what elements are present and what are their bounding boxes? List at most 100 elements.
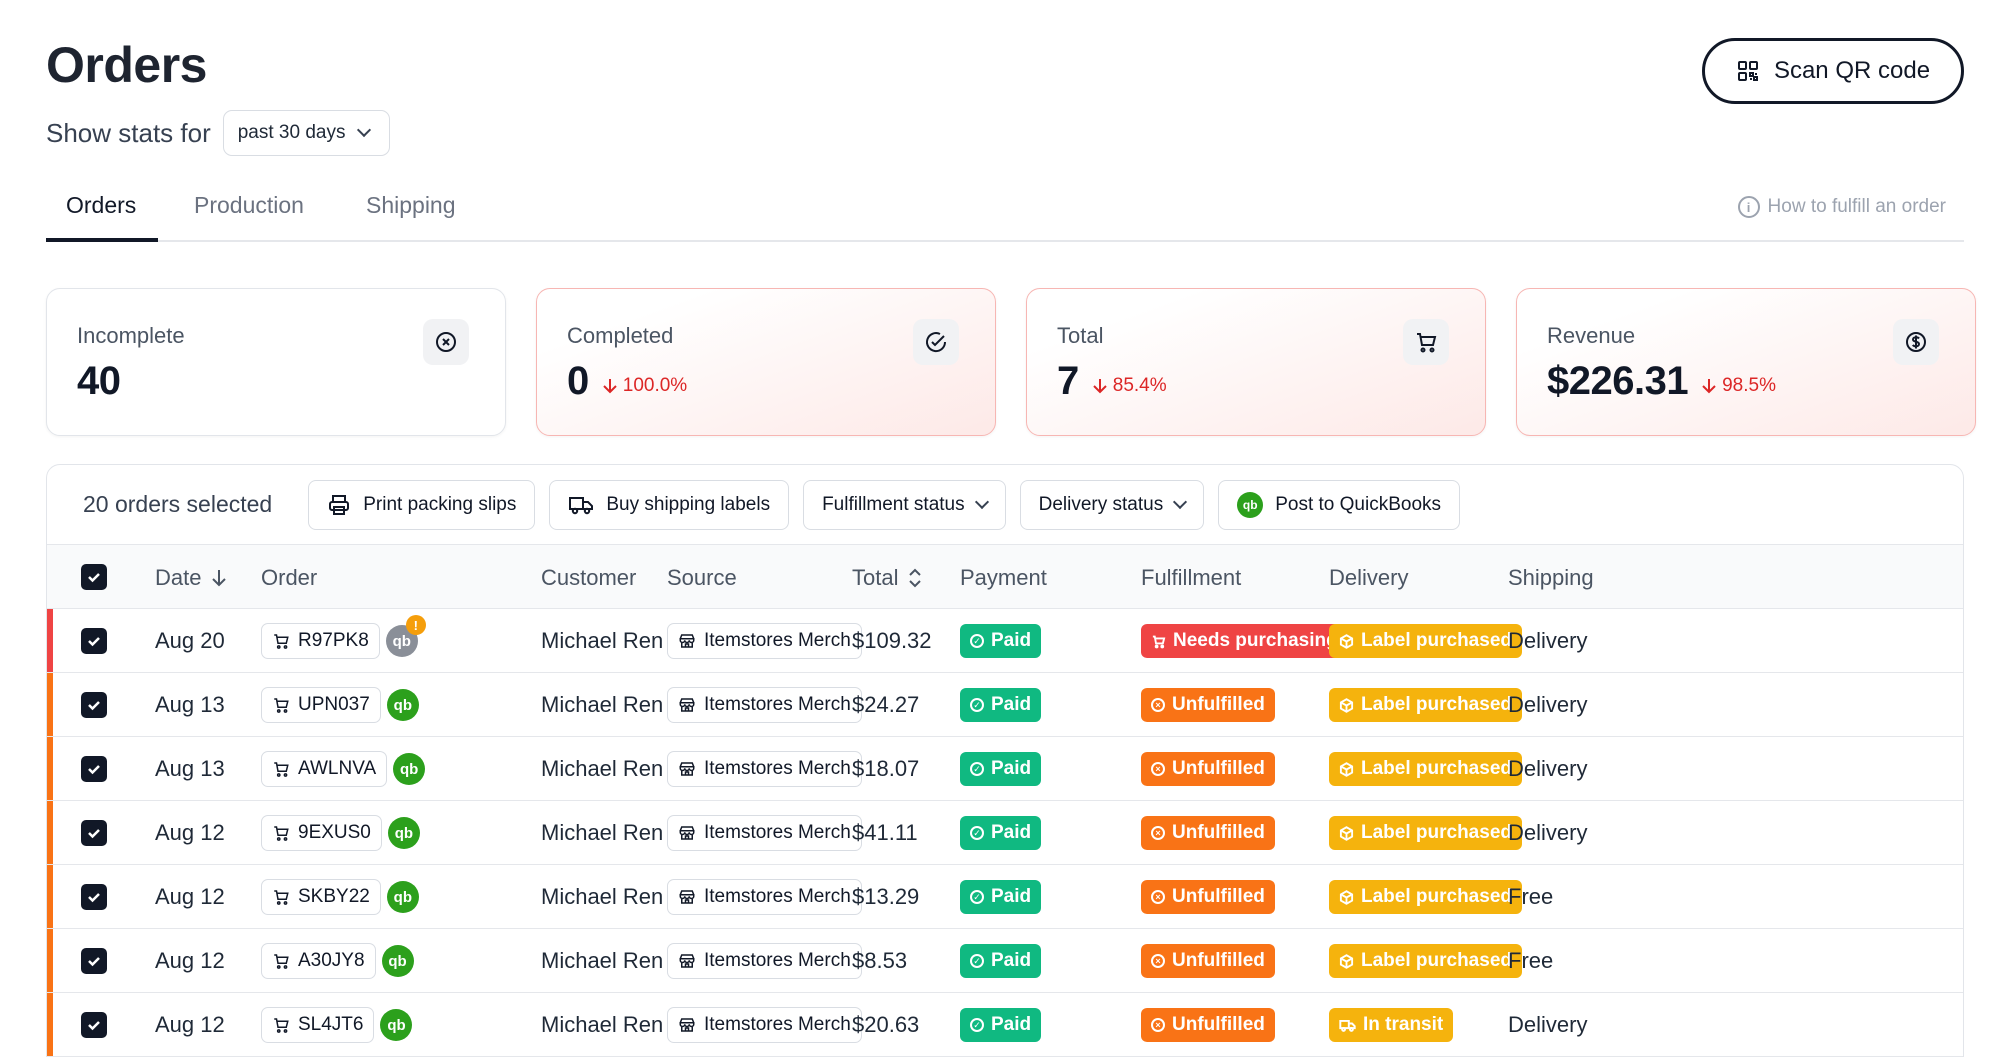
quickbooks-icon[interactable]: qb: [386, 689, 419, 721]
check-icon: [88, 957, 100, 967]
column-total[interactable]: Total: [852, 565, 922, 591]
order-id: A30JY8: [298, 950, 365, 971]
column-date-label: Date: [155, 565, 202, 590]
delivery-status: Label purchased: [1361, 694, 1512, 715]
select-all-checkbox[interactable]: [81, 564, 107, 590]
order-total: $18.07: [852, 756, 920, 781]
order-id: SKBY22: [298, 886, 370, 907]
row-checkbox[interactable]: [81, 609, 107, 673]
delivery-status-filter[interactable]: Delivery status: [1019, 479, 1205, 530]
quickbooks-icon[interactable]: qb: [381, 945, 414, 977]
column-source[interactable]: Source: [667, 565, 737, 591]
payment-cell: ✓ Paid: [960, 609, 1042, 673]
row-checkbox[interactable]: [81, 993, 107, 1057]
source-chip[interactable]: Itemstores Merch: [667, 751, 862, 787]
quickbooks-icon[interactable]: qb!: [385, 615, 426, 657]
package-icon: [1339, 633, 1354, 649]
source-chip[interactable]: Itemstores Merch: [667, 815, 862, 851]
fulfillment-status: Needs purchasing: [1173, 630, 1338, 651]
delivery-status: Label purchased: [1361, 630, 1512, 651]
delivery-badge: In transit: [1329, 1008, 1454, 1042]
tab-shipping[interactable]: Shipping: [366, 192, 456, 219]
arrow-down-icon: [212, 570, 227, 587]
stat-label: Revenue: [1547, 323, 1636, 348]
shipping-method: Free: [1508, 884, 1554, 909]
buy-shipping-labels-button[interactable]: Buy shipping labels: [549, 479, 790, 530]
order-id-chip[interactable]: SL4JT6: [261, 1007, 375, 1043]
chevron-down-icon: [357, 122, 372, 138]
source-chip[interactable]: Itemstores Merch: [667, 943, 862, 979]
order-id-chip[interactable]: R97PK8: [261, 623, 380, 659]
check-icon: [88, 829, 100, 839]
source-chip[interactable]: Itemstores Merch: [667, 1007, 862, 1043]
stat-delta-value: 100.0%: [622, 375, 688, 396]
checkbox-checked: [81, 1012, 107, 1038]
payment-cell: ✓ Paid: [960, 865, 1042, 929]
period-select[interactable]: past 30 days: [222, 110, 391, 156]
table-row[interactable]: Aug 13 AWLNVA qb Michael Ren Itemstores Merc…: [47, 737, 1963, 801]
table-row[interactable]: Aug 13 UPN037 qb Michael Ren Itemstores Merc…: [47, 673, 1963, 737]
column-shipping[interactable]: Shipping: [1508, 565, 1594, 591]
row-status-bar: [47, 609, 53, 672]
row-checkbox[interactable]: [81, 737, 107, 801]
source-name: Itemstores Merch: [704, 886, 851, 907]
cart-icon: [274, 954, 289, 969]
order-date: Aug 12: [155, 1012, 225, 1037]
table-body: Aug 20 R97PK8 qb! Michael Ren Itemstores Mer…: [47, 609, 1963, 1057]
fulfillment-badge: × Unfulfilled: [1141, 688, 1275, 722]
x-circle-icon: ×: [1151, 1018, 1165, 1032]
table-row[interactable]: Aug 12 SKBY22 qb Michael Ren Itemstores Merc…: [47, 865, 1963, 929]
post-to-quickbooks-button[interactable]: qb Post to QuickBooks: [1218, 479, 1461, 530]
print-packing-slips-button[interactable]: Print packing slips: [308, 479, 536, 530]
order-id: AWLNVA: [298, 758, 377, 779]
column-payment[interactable]: Payment: [960, 565, 1047, 591]
column-customer[interactable]: Customer: [541, 565, 636, 591]
tab-orders[interactable]: Orders: [66, 192, 136, 219]
table-row[interactable]: Aug 20 R97PK8 qb! Michael Ren Itemstores Mer…: [47, 609, 1963, 673]
source-chip[interactable]: Itemstores Merch: [667, 687, 862, 723]
arrow-down-icon: [603, 379, 617, 394]
source-chip[interactable]: Itemstores Merch: [667, 623, 862, 659]
column-fulfillment[interactable]: Fulfillment: [1141, 565, 1241, 591]
fulfillment-cell: × Unfulfilled: [1141, 737, 1275, 801]
stat-value: $226.31: [1547, 359, 1689, 403]
order-id-chip[interactable]: AWLNVA: [261, 751, 388, 787]
quickbooks-icon[interactable]: qb: [386, 881, 419, 913]
column-total-label: Total: [852, 565, 899, 590]
row-checkbox[interactable]: [81, 801, 107, 865]
tab-bar: Orders Production Shipping i How to fulf…: [46, 178, 1964, 242]
row-checkbox[interactable]: [81, 929, 107, 993]
checkbox-checked: [81, 692, 107, 718]
x-circle-icon: ×: [1151, 762, 1165, 776]
quickbooks-icon[interactable]: qb: [387, 817, 420, 849]
order-total: $13.29: [852, 884, 920, 909]
order-id-chip[interactable]: A30JY8: [261, 943, 376, 979]
order-id-chip[interactable]: UPN037: [261, 687, 381, 723]
active-tab-indicator: [46, 238, 158, 242]
quickbooks-icon[interactable]: qb: [393, 753, 426, 785]
help-link[interactable]: i How to fulfill an order: [1737, 196, 1946, 218]
package-icon: [1339, 889, 1354, 905]
check-circle-icon: [913, 319, 959, 365]
column-date[interactable]: Date: [155, 565, 227, 591]
column-delivery[interactable]: Delivery: [1329, 565, 1408, 591]
quickbooks-icon[interactable]: qb: [380, 1009, 413, 1041]
table-row[interactable]: Aug 12 SL4JT6 qb Michael Ren Itemstores Merc…: [47, 993, 1963, 1057]
row-checkbox[interactable]: [81, 865, 107, 929]
order-id-chip[interactable]: 9EXUS0: [261, 815, 382, 851]
row-checkbox[interactable]: [81, 673, 107, 737]
delivery-cell: Label purchased: [1329, 673, 1522, 737]
tab-production[interactable]: Production: [194, 192, 304, 219]
customer-name: Michael Ren: [541, 820, 664, 845]
order-total: $41.11: [852, 820, 918, 845]
source-chip[interactable]: Itemstores Merch: [667, 879, 862, 915]
table-row[interactable]: Aug 12 9EXUS0 qb Michael Ren Itemstores Merc…: [47, 801, 1963, 865]
fulfillment-status-filter[interactable]: Fulfillment status: [803, 479, 1006, 530]
order-id-chip[interactable]: SKBY22: [261, 879, 381, 915]
shipping-method: Delivery: [1508, 1012, 1588, 1037]
customer-name: Michael Ren: [541, 756, 664, 781]
fulfillment-status: Unfulfilled: [1172, 694, 1265, 715]
table-row[interactable]: Aug 12 A30JY8 qb Michael Ren Itemstores Merc…: [47, 929, 1963, 993]
column-order[interactable]: Order: [261, 565, 317, 591]
scan-qr-button[interactable]: Scan QR code: [1702, 38, 1964, 104]
